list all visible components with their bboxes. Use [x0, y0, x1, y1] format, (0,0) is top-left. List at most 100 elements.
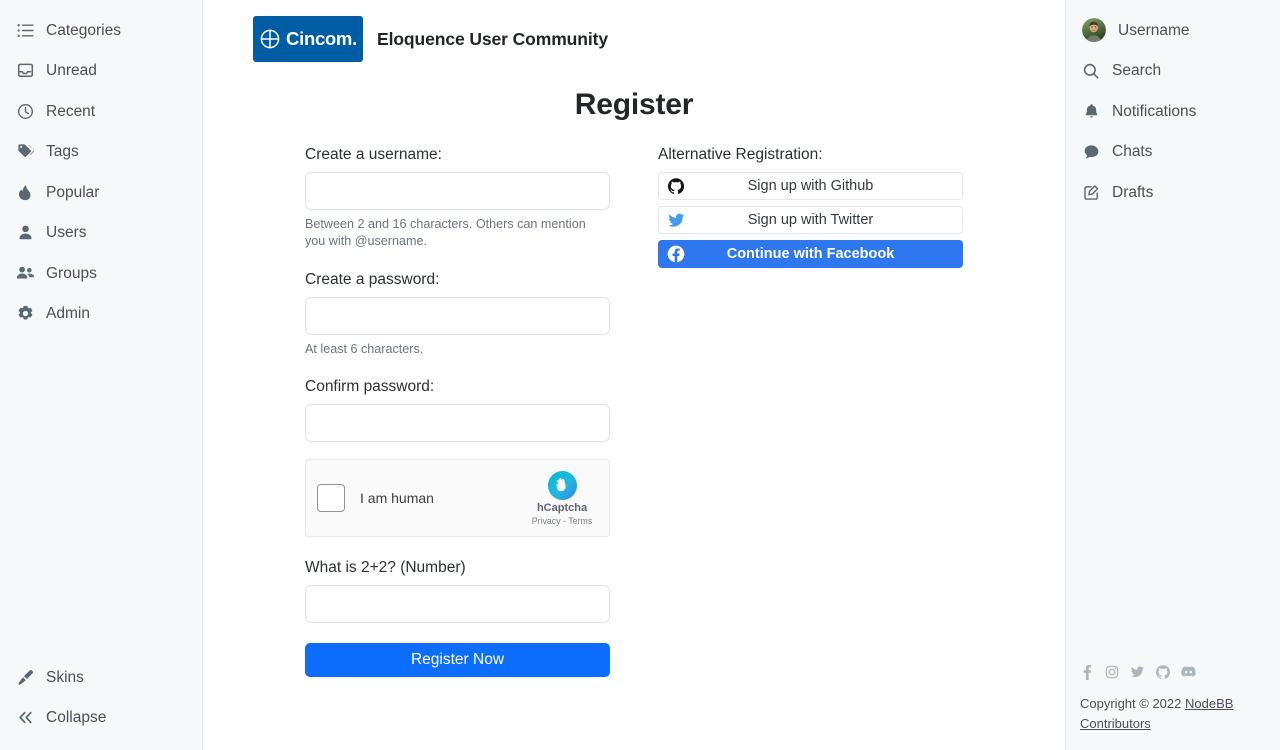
chats-label: Chats [1112, 143, 1153, 160]
alternative-registration: Alternative Registration: Sign up with G… [658, 146, 963, 677]
sidebar-item-label: Tags [46, 143, 79, 160]
sidebar-item-users[interactable]: Users [0, 213, 202, 254]
password-help-text: At least 6 characters. [305, 341, 424, 356]
register-form: Create a username: Between 2 and 16 char… [305, 146, 610, 678]
user-nav: Username Search Notifications Chats Draf… [1066, 10, 1280, 213]
search-label: Search [1112, 62, 1162, 79]
draft-pencil-icon [1082, 183, 1100, 201]
users-icon [16, 264, 34, 282]
sidebar-item-label: Popular [46, 183, 100, 201]
avatar [1082, 18, 1106, 43]
user-menu-item[interactable]: Username [1066, 10, 1280, 51]
hcaptcha-checkbox[interactable] [317, 484, 345, 513]
signup-twitter-button[interactable]: Sign up with Twitter [658, 206, 963, 234]
drafts-menu-item[interactable]: Drafts [1066, 172, 1280, 213]
tags-icon [16, 143, 34, 161]
copyright-text: Copyright © 2022 NodeBB Contributors [1080, 694, 1266, 734]
github-icon[interactable] [1155, 665, 1171, 684]
search-icon [1082, 62, 1100, 80]
signup-github-label: Sign up with Github [747, 177, 874, 194]
username-field-group: Create a username: Between 2 and 16 char… [305, 146, 610, 251]
instagram-icon[interactable] [1105, 665, 1119, 684]
search-menu-item[interactable]: Search [1066, 51, 1280, 92]
drafts-label: Drafts [1112, 183, 1154, 201]
cincom-mark-icon [259, 28, 281, 50]
chat-icon [1082, 143, 1100, 161]
copyright-prefix: Copyright © 2022 [1080, 695, 1185, 711]
sidebar-item-admin[interactable]: Admin [0, 294, 202, 335]
hcaptcha-widget[interactable]: I am human hCaptcha Privacy - Terms [305, 459, 610, 538]
hcaptcha-logo-icon [547, 470, 578, 501]
primary-nav: Categories Unread Recent Tags Popular Us… [0, 10, 202, 334]
password-label: Create a password: [305, 270, 440, 288]
sidebar-item-label: Users [46, 224, 87, 241]
discord-icon[interactable] [1181, 665, 1196, 684]
hcaptcha-privacy-link[interactable]: Privacy [532, 516, 561, 526]
alternative-registration-label: Alternative Registration: [658, 146, 823, 163]
username-help-text: Between 2 and 16 characters. Others can … [305, 217, 586, 249]
sidebar-item-unread[interactable]: Unread [0, 51, 202, 92]
sidebar-item-tags[interactable]: Tags [0, 132, 202, 173]
sidebar-item-label: Categories [46, 21, 121, 39]
signup-github-button[interactable]: Sign up with Github [658, 172, 963, 200]
right-sidebar: Username Search Notifications Chats Draf… [1065, 0, 1280, 750]
hcaptcha-links[interactable]: Privacy - Terms [532, 517, 592, 526]
twitter-icon[interactable] [1130, 665, 1145, 684]
sidebar-bottom-nav: Skins Collapse [0, 657, 202, 738]
notifications-label: Notifications [1112, 102, 1197, 120]
hcaptcha-brand-name: hCaptcha [536, 502, 588, 515]
social-links [1080, 664, 1266, 685]
username-input[interactable] [305, 172, 610, 210]
question-field-group: What is 2+2? (Number) [305, 559, 610, 624]
sidebar-item-categories[interactable]: Categories [0, 10, 202, 51]
sidebar-item-label: Skins [46, 668, 84, 686]
notifications-menu-item[interactable]: Notifications [1066, 91, 1280, 132]
cincom-wordmark: Cincom. [286, 27, 357, 49]
continue-facebook-label: Continue with Facebook [726, 245, 895, 262]
sidebar-item-label: Collapse [46, 709, 107, 726]
clock-icon [16, 102, 34, 120]
sidebar-footer: Copyright © 2022 NodeBB Contributors [1066, 664, 1280, 738]
twitter-icon [659, 212, 693, 229]
facebook-icon[interactable] [1080, 664, 1094, 685]
continue-facebook-button[interactable]: Continue with Facebook [658, 240, 963, 268]
register-page: Categories Unread Recent Tags Popular Us… [0, 0, 1280, 750]
bell-icon [1082, 102, 1100, 120]
page-title: Register [574, 88, 694, 121]
hcaptcha-branding: hCaptcha Privacy - Terms [526, 470, 598, 526]
confirm-password-input[interactable] [305, 404, 610, 443]
cincom-logo[interactable]: Cincom. [253, 16, 363, 62]
register-content: Create a username: Between 2 and 16 char… [203, 146, 1065, 678]
chevron-double-left-icon [16, 709, 34, 727]
sidebar-item-groups[interactable]: Groups [0, 253, 202, 294]
password-input[interactable] [305, 296, 610, 335]
confirm-password-field-group: Confirm password: [305, 378, 610, 443]
username-label: Username [1118, 21, 1190, 39]
question-label: What is 2+2? (Number) [305, 559, 466, 577]
fire-icon [16, 183, 34, 201]
gear-icon [16, 305, 34, 323]
signup-twitter-label: Sign up with Twitter [747, 211, 874, 228]
facebook-icon [659, 245, 693, 263]
confirm-password-label: Confirm password: [305, 378, 435, 396]
question-input[interactable] [305, 585, 610, 624]
left-sidebar: Categories Unread Recent Tags Popular Us… [0, 0, 203, 750]
sidebar-item-label: Admin [46, 305, 90, 322]
chats-menu-item[interactable]: Chats [1066, 132, 1280, 173]
site-title: Eloquence User Community [377, 28, 608, 49]
inbox-icon [16, 62, 34, 80]
sidebar-item-label: Groups [46, 264, 97, 282]
main-content: Cincom. Eloquence User Community Registe… [203, 0, 1065, 750]
hcaptcha-label: I am human [360, 490, 434, 507]
github-icon [659, 178, 693, 194]
paintbrush-icon [16, 668, 34, 686]
sidebar-item-label: Unread [46, 62, 97, 79]
sidebar-item-label: Recent [46, 102, 96, 120]
list-icon [16, 21, 34, 39]
sidebar-item-recent[interactable]: Recent [0, 91, 202, 132]
sidebar-item-skins[interactable]: Skins [0, 657, 202, 698]
register-now-button[interactable]: Register Now [305, 643, 610, 678]
hcaptcha-terms-link[interactable]: Terms [568, 516, 592, 526]
sidebar-collapse-button[interactable]: Collapse [0, 698, 202, 739]
sidebar-item-popular[interactable]: Popular [0, 172, 202, 213]
